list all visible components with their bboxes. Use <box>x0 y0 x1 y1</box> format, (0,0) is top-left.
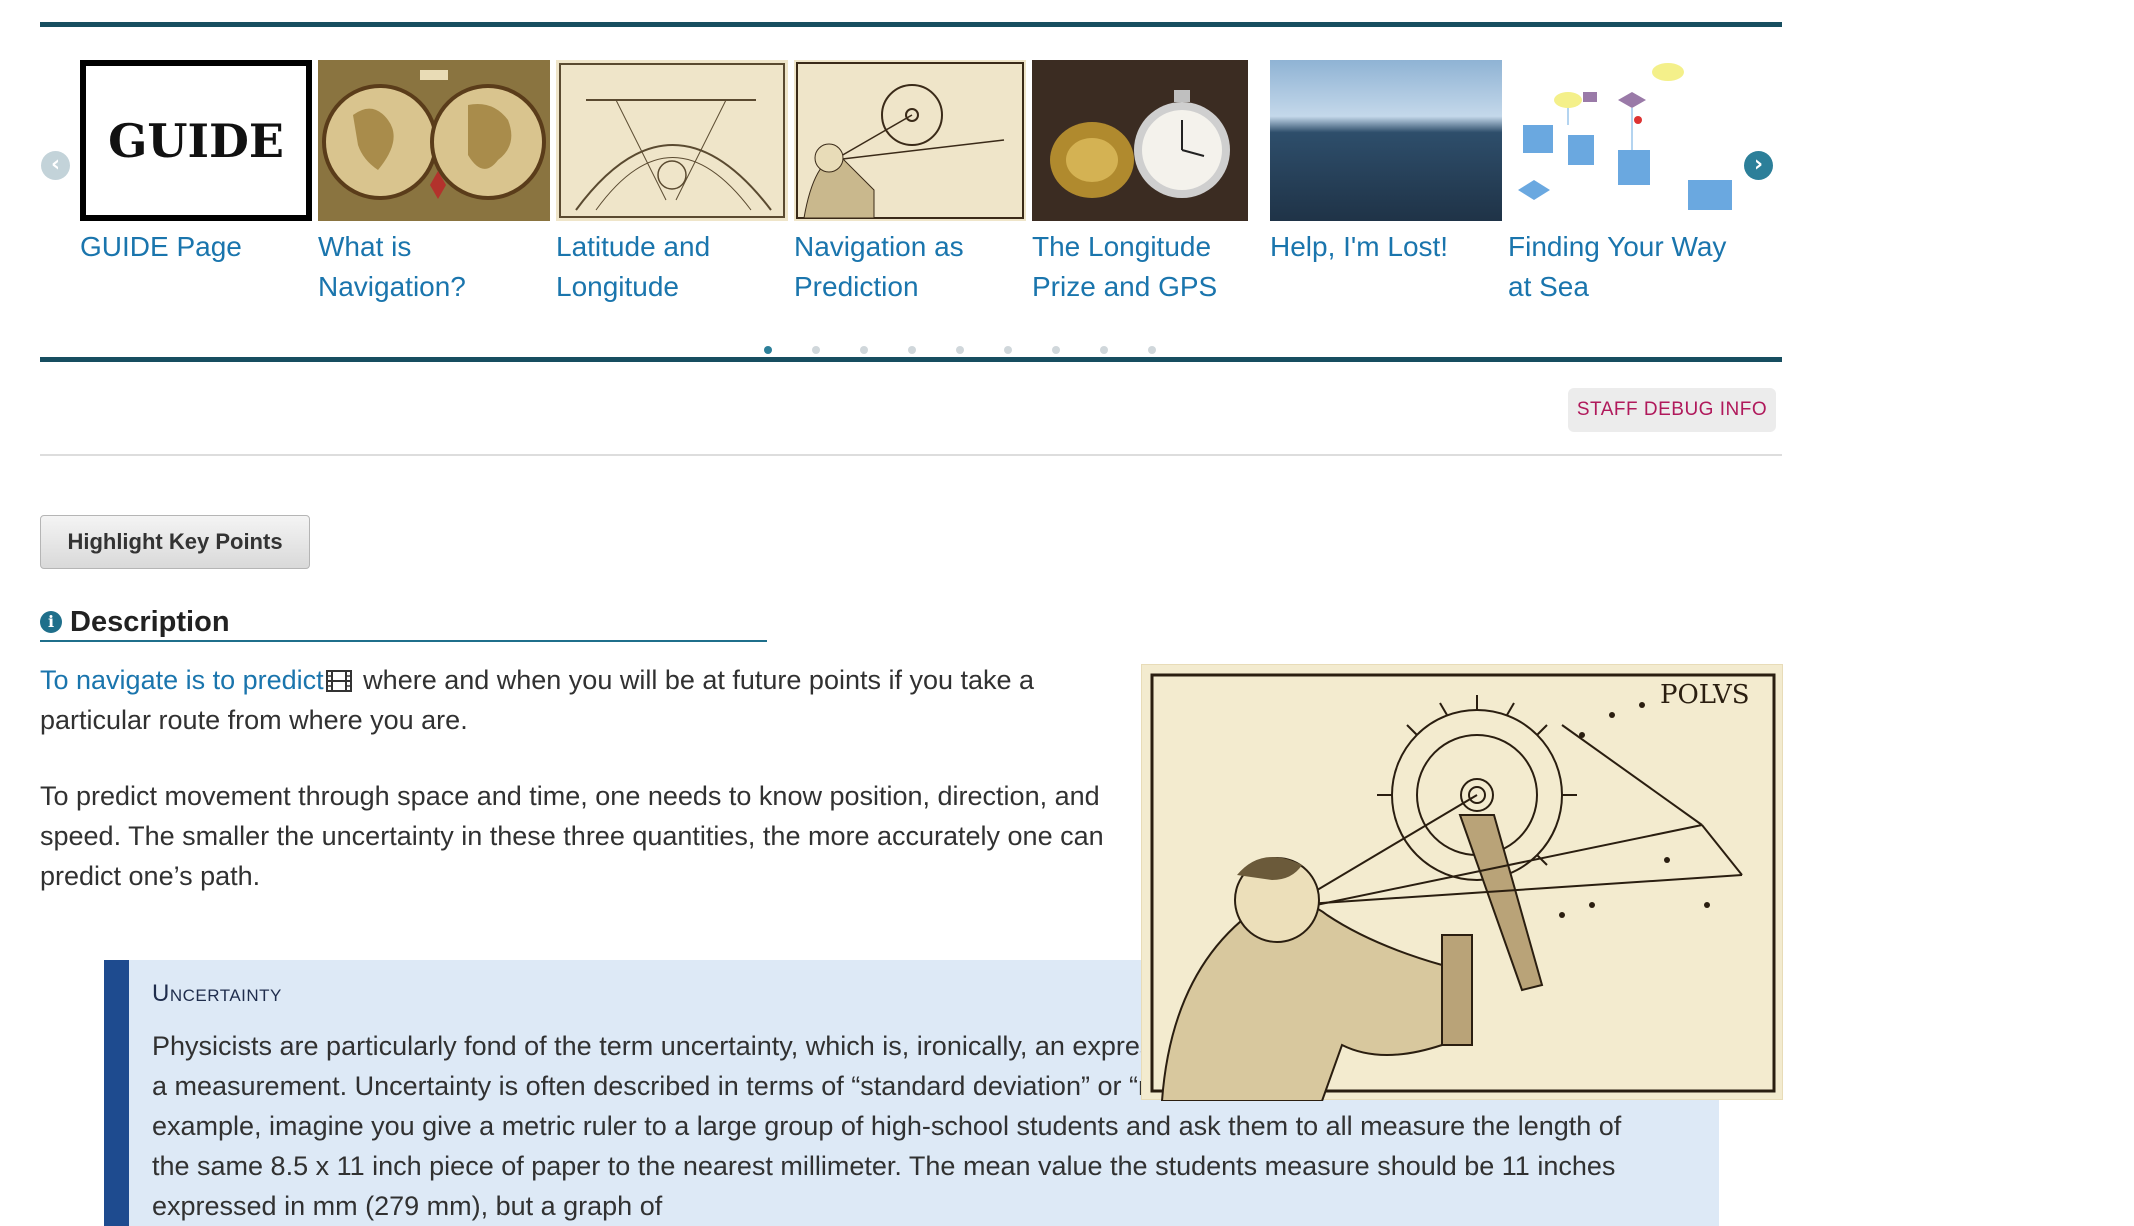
carousel-slide-prediction[interactable]: Navigation as Prediction <box>794 60 1026 307</box>
carousel-slide-guide[interactable]: GUIDE GUIDE Page <box>80 60 312 267</box>
astrolabe-etching-svg: POLVS <box>1150 673 1776 1102</box>
slide-caption-guide[interactable]: GUIDE Page <box>80 227 312 267</box>
latitude-thumbnail[interactable] <box>556 60 788 221</box>
latitude-etching-image <box>559 63 785 218</box>
carousel-dot[interactable] <box>1100 346 1108 354</box>
slide-caption-latitude[interactable]: Latitude and Longitude <box>556 227 788 307</box>
flowchart-image <box>1508 60 1740 221</box>
slide-caption-lost[interactable]: Help, I'm Lost! <box>1270 227 1502 267</box>
carousel-slide-latitude[interactable]: Latitude and Longitude <box>556 60 788 307</box>
guide-thumbnail[interactable]: GUIDE <box>80 60 312 221</box>
sea-thumbnail[interactable] <box>1270 60 1502 221</box>
film-icon[interactable] <box>325 663 352 692</box>
description-paragraph-2: To predict movement through space and ti… <box>40 781 1104 891</box>
highlight-key-points-button[interactable]: Highlight Key Points <box>40 515 310 569</box>
carousel-dot[interactable] <box>1004 346 1012 354</box>
page: ‹ › GUIDE GUIDE Page What is Navigation? <box>0 0 2134 1226</box>
prediction-etching-image <box>796 62 1024 219</box>
carousel-dot[interactable] <box>812 346 820 354</box>
prediction-thumbnail[interactable] <box>794 60 1026 221</box>
carousel-slide-finding-way[interactable]: Finding Your Way at Sea <box>1508 60 1740 307</box>
slide-caption-navigation[interactable]: What is Navigation? <box>318 227 550 307</box>
carousel-dot[interactable] <box>764 346 772 354</box>
section-divider <box>40 454 1782 456</box>
carousel-next-button[interactable]: › <box>1744 151 1773 180</box>
guide-thumbnail-text: GUIDE <box>108 113 284 168</box>
longitude-prize-thumbnail[interactable] <box>1032 60 1248 221</box>
navigation-etching-image: POLVS <box>1141 664 1783 1102</box>
carousel-dot[interactable] <box>956 346 964 354</box>
carousel-bottom-rule <box>40 357 1782 362</box>
staff-debug-button[interactable]: STAFF DEBUG INFO <box>1568 388 1776 432</box>
carousel-dot[interactable] <box>1052 346 1060 354</box>
slide-caption-finding-way[interactable]: Finding Your Way at Sea <box>1508 227 1740 307</box>
callout-accent-bar <box>104 960 129 1226</box>
carousel-slide-longitude-prize[interactable]: The Longitude Prize and GPS <box>1032 60 1264 307</box>
callout-title: Uncertainty <box>152 980 282 1007</box>
carousel-top-rule <box>40 22 1782 27</box>
carousel-slide-navigation[interactable]: What is Navigation? <box>318 60 550 307</box>
carousel-dot[interactable] <box>1148 346 1156 354</box>
slide-caption-prediction[interactable]: Navigation as Prediction <box>794 227 1026 307</box>
polus-label: POLVS <box>1660 680 1750 710</box>
description-heading-label: Description <box>70 605 230 638</box>
info-icon: i <box>40 611 62 633</box>
flowchart-thumbnail[interactable] <box>1508 60 1740 221</box>
description-paragraph-1: To navigate is to predict where and when… <box>40 660 1140 740</box>
watch-image <box>1032 60 1248 221</box>
carousel-dot[interactable] <box>908 346 916 354</box>
description-heading: i Description <box>40 604 767 642</box>
world-map-thumbnail[interactable] <box>318 60 550 221</box>
carousel-dot[interactable] <box>860 346 868 354</box>
carousel-slide-lost[interactable]: Help, I'm Lost! <box>1270 60 1502 267</box>
navigate-predict-link[interactable]: To navigate is to predict <box>40 665 324 695</box>
slide-caption-longitude-prize[interactable]: The Longitude Prize and GPS <box>1032 227 1264 307</box>
world-map-image <box>318 60 550 221</box>
carousel-prev-button[interactable]: ‹ <box>41 151 70 180</box>
carousel-dots <box>764 346 1156 354</box>
